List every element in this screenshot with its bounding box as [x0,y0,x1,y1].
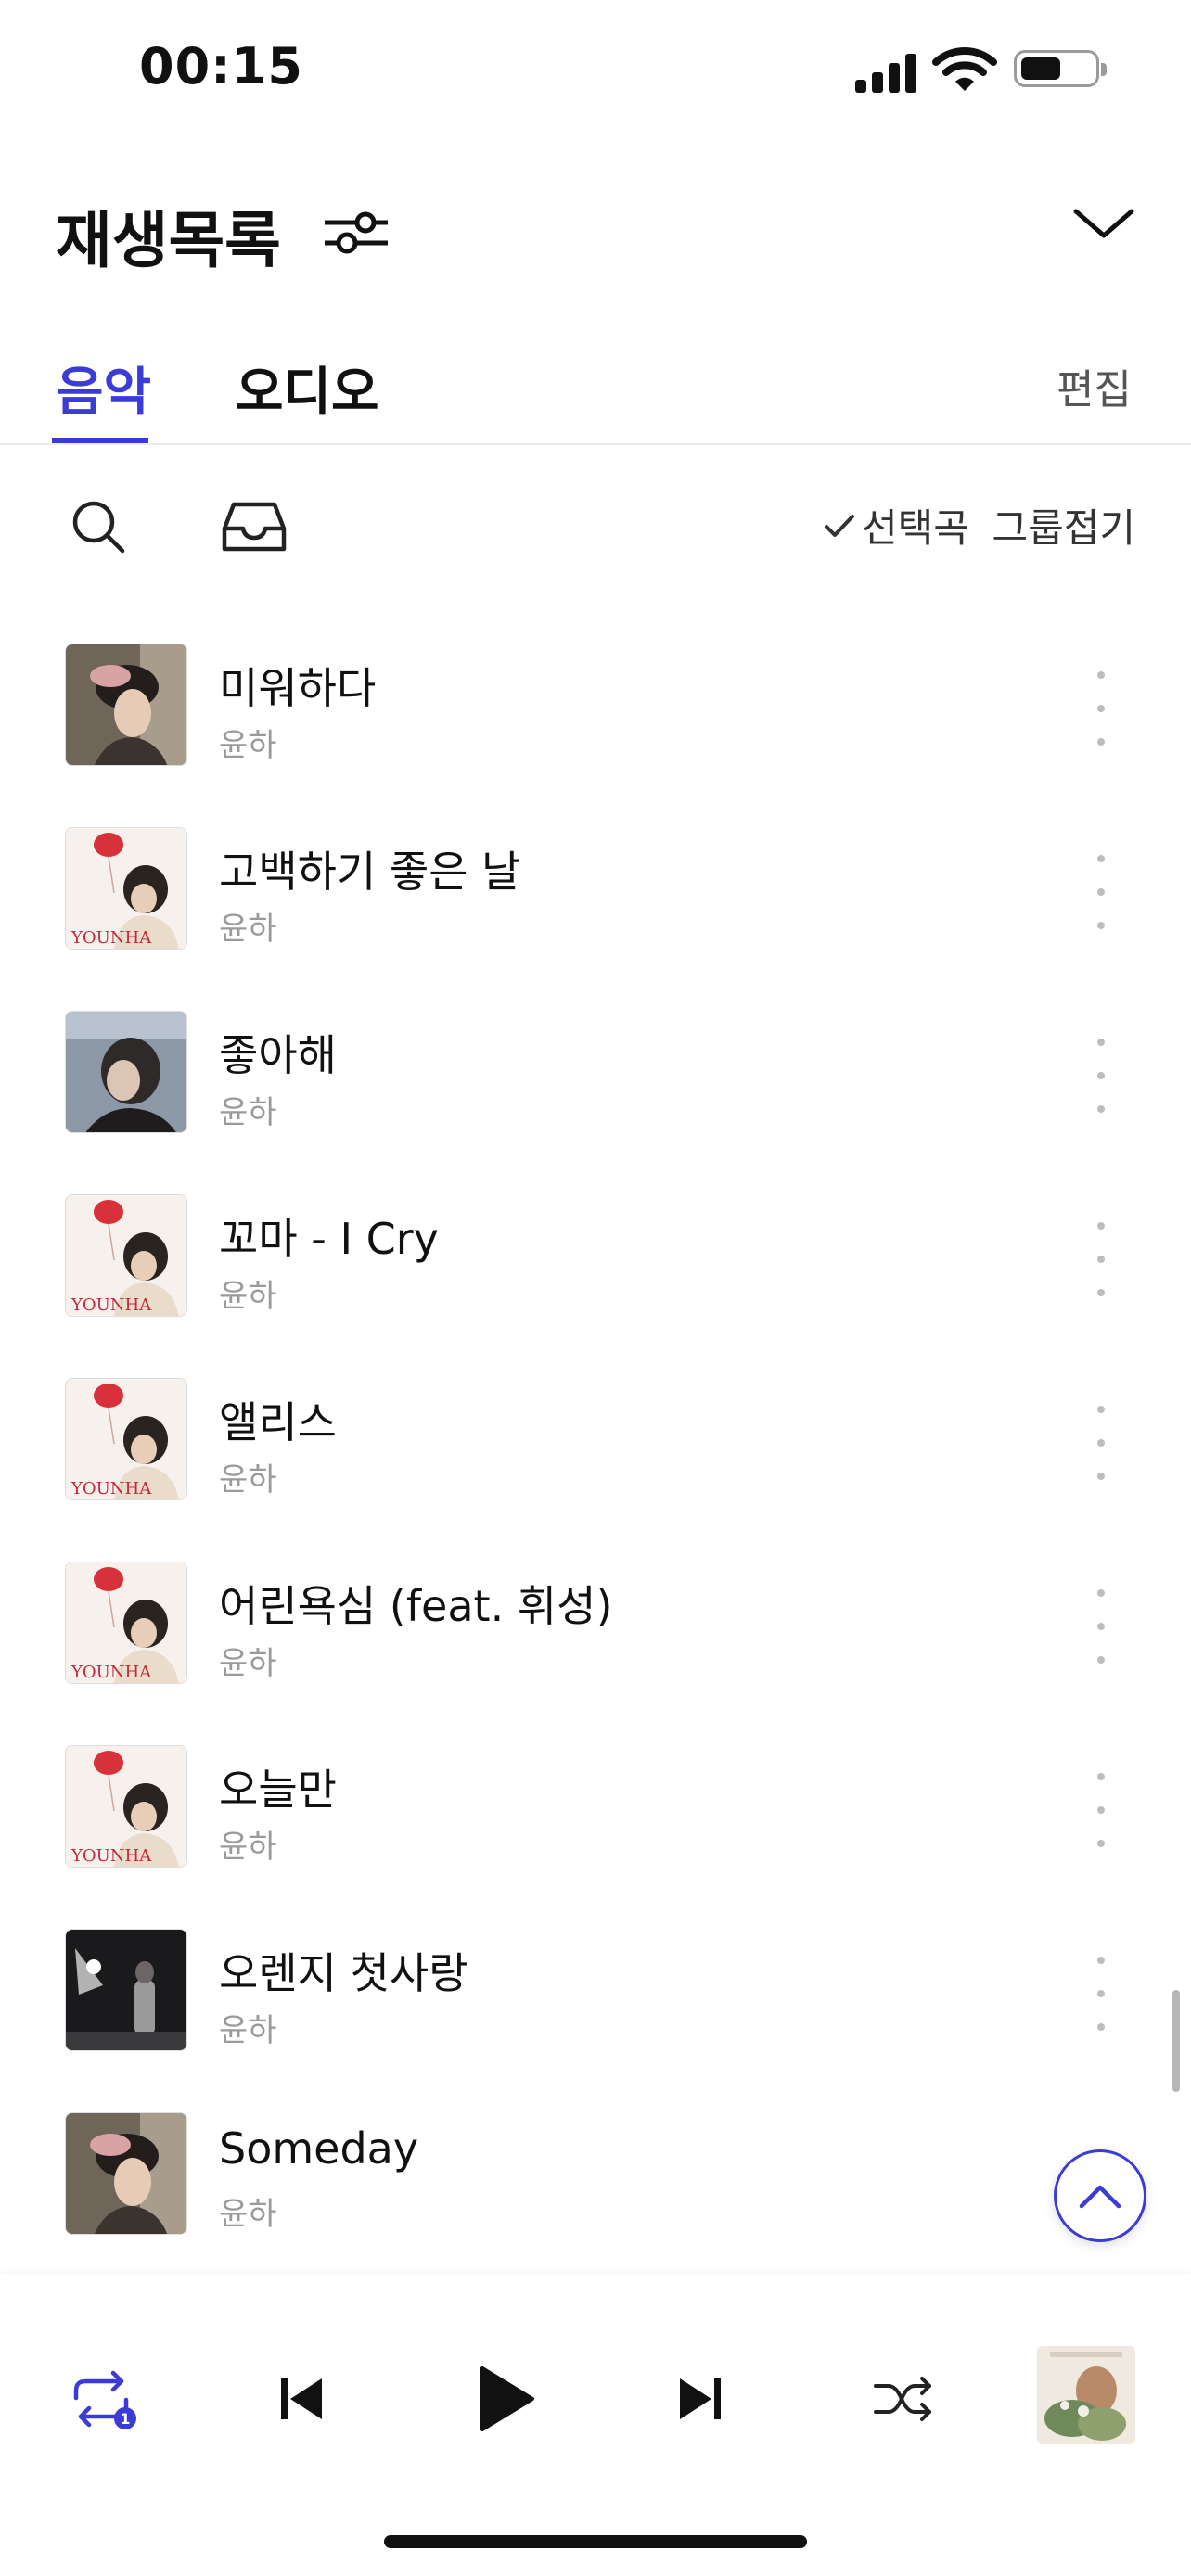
album-art-text: YOUNHA [70,1846,152,1866]
next-button[interactable] [668,2366,733,2431]
song-title: 좋아해 [219,1030,337,1080]
album-art: YOUNHA [65,1562,187,1684]
repeat-count: 1 [120,2410,130,2428]
page-title: 재생목록 [56,205,281,276]
song-artist: 윤하 [219,1645,277,1682]
song-row[interactable]: YOUNHA 고백하기 좋은 날 윤하 [0,823,1191,1007]
filter-icon[interactable] [321,204,391,260]
album-art: YOUNHA [65,827,187,950]
song-row[interactable]: Someday 윤하 [0,2109,1191,2292]
repeat-one-icon: 1 [73,2370,136,2429]
next-icon [680,2378,721,2419]
song-artist: 윤하 [219,2012,277,2049]
song-row[interactable]: 오렌지 첫사랑 윤하 [0,1925,1191,2109]
album-art-text: YOUNHA [70,1479,152,1498]
song-artist: 윤하 [219,1094,277,1131]
home-indicator [384,2535,807,2548]
song-title: 어린욕심 (feat. 휘성) [219,1581,613,1631]
song-title: 오렌지 첫사랑 [219,1948,468,1998]
inbox-icon[interactable] [221,497,288,556]
album-art [65,644,187,766]
signal-icon [855,52,916,93]
tab-music[interactable]: 음악 [56,351,151,426]
previous-button[interactable] [269,2366,334,2431]
battery-level [1021,57,1060,80]
song-title: 꼬마 - I Cry [219,1214,439,1264]
song-row[interactable]: YOUNHA 오늘만 윤하 [0,1741,1191,1925]
album-art-text: YOUNHA [70,1295,152,1315]
battery-icon [1014,50,1107,87]
more-vertical-icon[interactable] [1085,1773,1117,1847]
more-vertical-icon[interactable] [1085,855,1117,929]
shuffle-icon [874,2377,931,2421]
more-vertical-icon[interactable] [1085,671,1117,746]
song-title: 미워하다 [219,663,377,713]
song-row[interactable]: YOUNHA 앨리스 윤하 [0,1374,1191,1558]
album-art [65,2112,187,2235]
song-artist: 윤하 [219,1461,277,1498]
song-row[interactable]: YOUNHA 어린욕심 (feat. 휘성) 윤하 [0,1558,1191,1741]
play-button[interactable] [468,2357,543,2441]
search-icon[interactable] [69,497,128,556]
song-title: Someday [219,2123,419,2174]
chevron-down-icon[interactable] [1072,206,1135,243]
scrollbar[interactable] [1172,1990,1180,2092]
song-row[interactable]: YOUNHA 꼬마 - I Cry 윤하 [0,1191,1191,1374]
player-bar: 1 [0,2274,1191,2576]
song-row[interactable]: 좋아해 윤하 [0,1007,1191,1191]
more-vertical-icon[interactable] [1085,1222,1117,1296]
album-art: YOUNHA [65,1745,187,1868]
previous-icon [281,2378,322,2419]
song-artist: 윤하 [219,2196,277,2233]
album-art [65,1929,187,2051]
song-title: 오늘만 [219,1765,337,1815]
song-title: 앨리스 [219,1397,337,1447]
wifi-icon [932,47,997,91]
collapse-groups-button[interactable]: 그룹접기 [992,497,1135,554]
repeat-button[interactable]: 1 [67,2366,141,2431]
song-row[interactable]: 미워하다 윤하 [0,640,1191,823]
song-artist: 윤하 [219,1829,277,1866]
now-playing-album-art[interactable] [1037,2346,1135,2444]
more-vertical-icon[interactable] [1085,1957,1117,2031]
status-time: 00:15 [139,37,303,96]
play-icon [480,2366,534,2431]
check-icon [825,514,854,537]
more-vertical-icon[interactable] [1085,1406,1117,1480]
scroll-to-top-button[interactable] [1054,2149,1146,2242]
arrow-up-icon [1079,2185,1121,2209]
song-artist: 윤하 [219,727,277,764]
select-songs-button[interactable]: 선택곡 [821,497,969,554]
album-art: YOUNHA [65,1378,187,1500]
more-vertical-icon[interactable] [1085,1039,1117,1113]
album-art: YOUNHA [65,1194,187,1317]
shuffle-button[interactable] [870,2366,939,2431]
tab-audio[interactable]: 오디오 [236,351,379,426]
more-vertical-icon[interactable] [1085,1589,1117,1664]
edit-button[interactable]: 편집 [1057,356,1132,415]
song-artist: 윤하 [219,1278,277,1315]
select-songs-label: 선택곡 [862,505,969,551]
song-title: 고백하기 좋은 날 [219,847,521,897]
album-art [65,1011,187,1133]
song-artist: 윤하 [219,911,277,948]
album-art-text: YOUNHA [70,928,152,948]
tabs-divider [0,443,1191,445]
album-art-text: YOUNHA [70,1663,152,1682]
